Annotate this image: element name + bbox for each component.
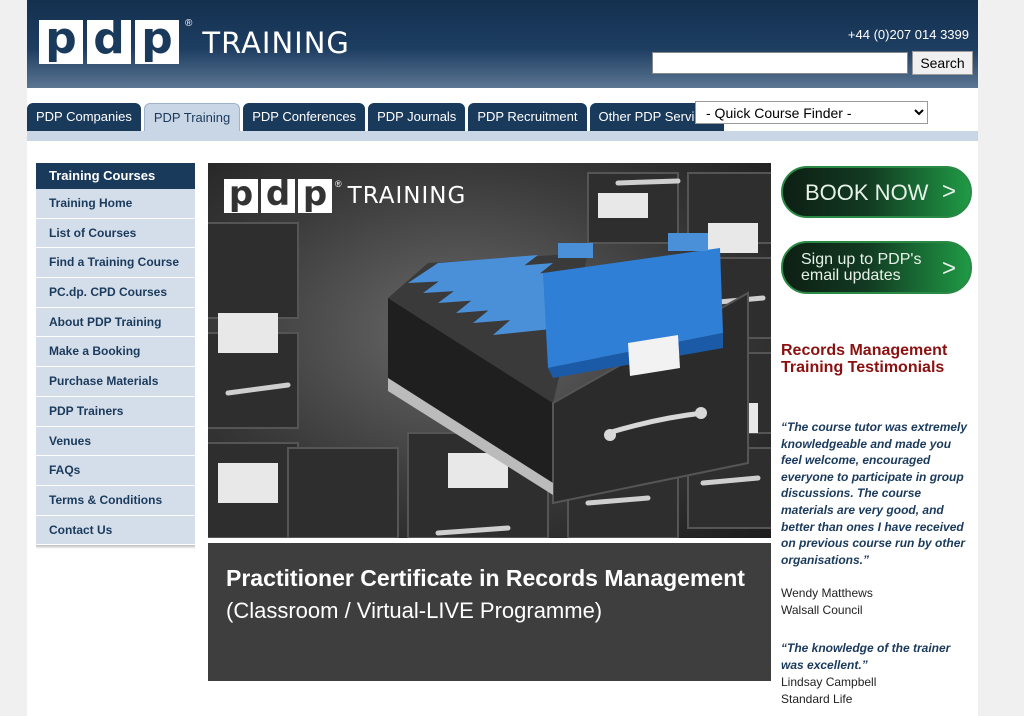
- sidebar-item-find-course[interactable]: Find a Training Course: [36, 248, 195, 279]
- logo-registered: ®: [185, 18, 193, 29]
- quick-course-finder[interactable]: - Quick Course Finder -: [695, 101, 928, 124]
- logo-letter-d: d: [87, 17, 131, 64]
- sidebar-heading: Training Courses: [36, 163, 195, 189]
- course-caption: Practitioner Certificate in Records Mana…: [208, 543, 771, 681]
- testimonial-org: Walsall Council: [781, 602, 863, 617]
- sidebar-item-make-booking[interactable]: Make a Booking: [36, 337, 195, 368]
- hero-image: p d p ® TRAINING: [208, 163, 771, 538]
- testimonial-name: Lindsay Campbell: [781, 675, 877, 689]
- hero-logo-letter-p2: p: [298, 177, 332, 213]
- pdp-logo[interactable]: p d p ® TRAINING: [39, 17, 350, 64]
- search-button[interactable]: Search: [912, 51, 973, 75]
- sidebar-item-terms[interactable]: Terms & Conditions: [36, 485, 195, 516]
- search-input[interactable]: [652, 52, 908, 74]
- hero-logo-registered: ®: [335, 179, 342, 189]
- sidebar-item-venues[interactable]: Venues: [36, 426, 195, 457]
- filing-cabinet-illustration: [208, 172, 771, 538]
- testimonial-author: Lindsay Campbell Standard Life: [781, 674, 876, 707]
- sidebar-item-about[interactable]: About PDP Training: [36, 307, 195, 338]
- chevron-right-icon: >: [941, 178, 956, 205]
- book-now-label: BOOK NOW: [805, 180, 929, 205]
- chevron-right-icon: >: [941, 255, 956, 282]
- sidebar-item-training-home[interactable]: Training Home: [36, 189, 195, 219]
- logo-word: TRAINING: [202, 26, 350, 60]
- course-title: Practitioner Certificate in Records Mana…: [226, 565, 745, 591]
- email-updates-button[interactable]: Sign up to PDP's email updates >: [781, 241, 972, 294]
- tab-pdp-companies[interactable]: PDP Companies: [27, 103, 141, 131]
- sidebar-item-faqs[interactable]: FAQs: [36, 456, 195, 486]
- logo-letter-p2: p: [135, 17, 179, 64]
- logo-letter-p: p: [39, 17, 83, 64]
- sidebar-shadow: [36, 545, 195, 550]
- sidebar-item-trainers[interactable]: PDP Trainers: [36, 396, 195, 427]
- book-now-button[interactable]: BOOK NOW >: [781, 166, 972, 218]
- testimonial-quote: “The course tutor was extremely knowledg…: [781, 420, 968, 567]
- sidebar-item-cpd-courses[interactable]: PC.dp. CPD Courses: [36, 278, 195, 308]
- course-subtitle: (Classroom / Virtual-LIVE Programme): [226, 598, 603, 623]
- tab-pdp-journals[interactable]: PDP Journals: [368, 103, 466, 131]
- testimonial-author: Wendy Matthews Walsall Council: [781, 585, 873, 618]
- sidebar-item-list-of-courses[interactable]: List of Courses: [36, 218, 195, 249]
- page: p d p ® TRAINING +44 (0)207 014 3399 Sea…: [27, 0, 978, 716]
- hero-pdp-logo: p d p ® TRAINING: [224, 177, 467, 213]
- testimonials-title: Records Management Training Testimonials: [781, 342, 948, 376]
- header: p d p ® TRAINING +44 (0)207 014 3399 Sea…: [27, 0, 978, 88]
- hero-logo-letter-d: d: [261, 177, 295, 213]
- testimonial-quote: “The knowledge of the trainer was excell…: [781, 641, 951, 672]
- nav-underline-bar: [27, 131, 978, 141]
- tab-pdp-recruitment[interactable]: PDP Recruitment: [468, 103, 587, 131]
- hero-logo-word: TRAINING: [347, 183, 467, 209]
- tab-pdp-conferences[interactable]: PDP Conferences: [243, 103, 366, 131]
- sidebar-item-contact[interactable]: Contact Us: [36, 515, 195, 546]
- sidebar-item-purchase-materials[interactable]: Purchase Materials: [36, 367, 195, 397]
- testimonial-org: Standard Life: [781, 691, 853, 706]
- email-updates-label: Sign up to PDP's email updates: [801, 251, 922, 284]
- testimonial-name: Wendy Matthews: [781, 586, 873, 600]
- main-nav: PDP Companies PDP Training PDP Conferenc…: [27, 103, 727, 132]
- phone-number: +44 (0)207 014 3399: [847, 27, 969, 42]
- hero-logo-letter-p: p: [224, 177, 258, 213]
- tab-pdp-training[interactable]: PDP Training: [143, 103, 241, 132]
- sidebar: Training Courses Training Home List of C…: [36, 163, 195, 550]
